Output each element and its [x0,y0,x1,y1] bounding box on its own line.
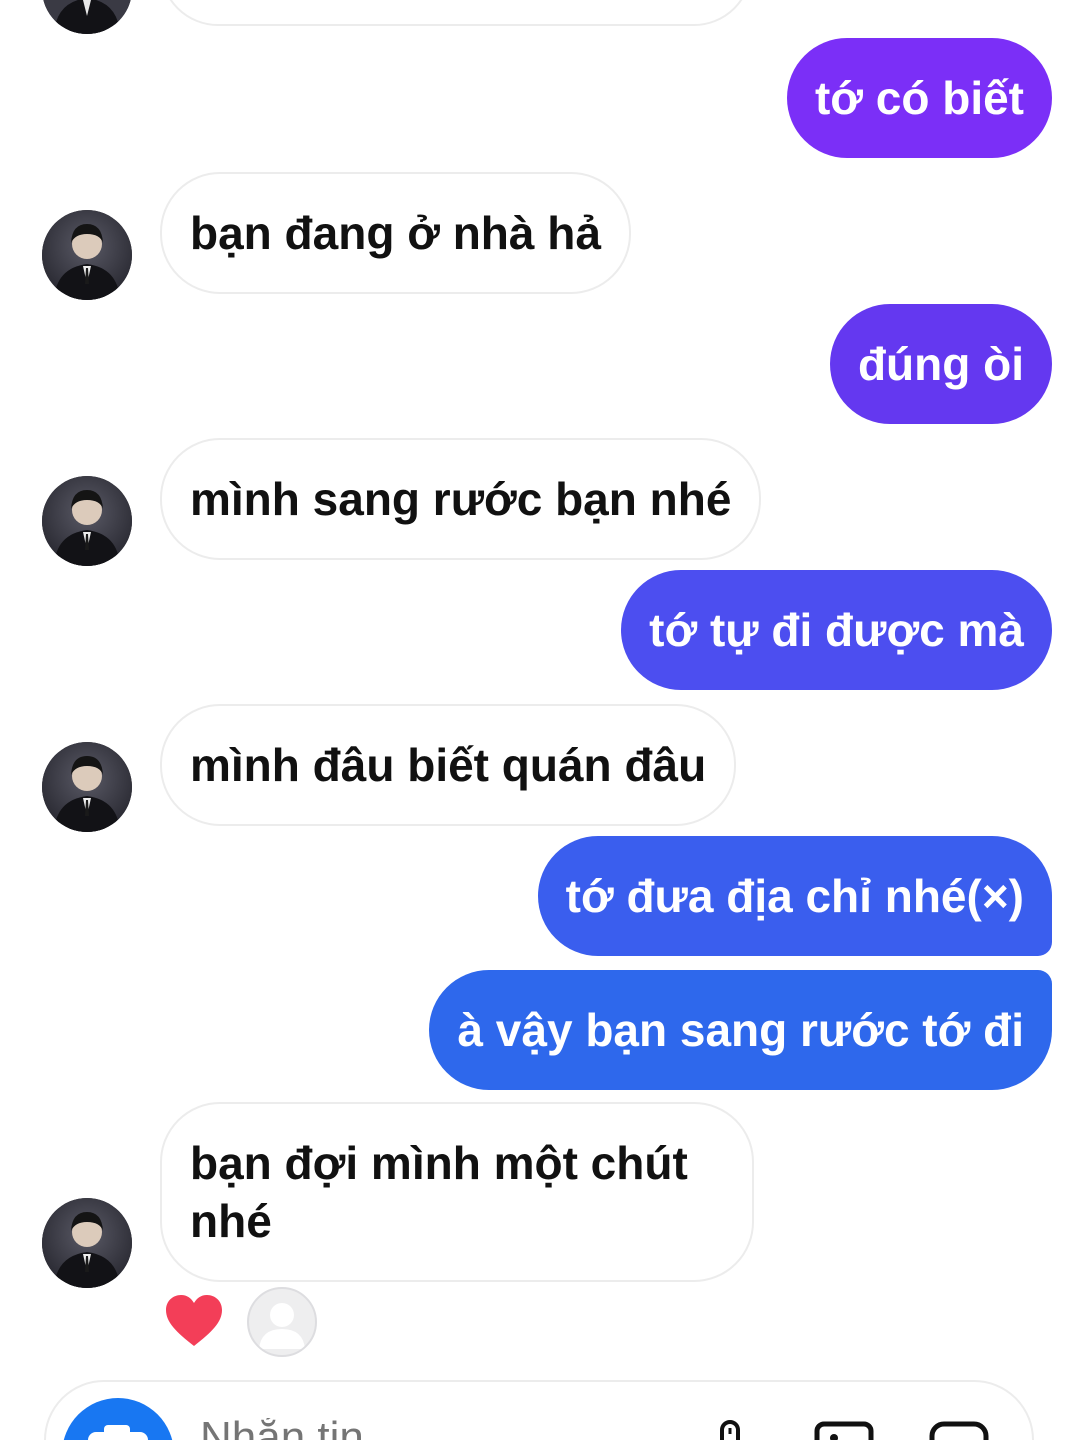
image-icon[interactable] [812,1418,876,1440]
contact-avatar-icon[interactable] [42,476,132,566]
message-bubble-outgoing[interactable]: đúng òi [829,304,1052,424]
message-text: đúng òi [857,338,1024,390]
message-bubble-incoming[interactable]: bạn đợi mình một chút nhé [160,1102,754,1282]
message-bubble-incoming[interactable]: mình đâu biết quán đâu [160,704,737,826]
message-input[interactable] [200,1418,680,1440]
message-bubble-outgoing[interactable]: tớ tự đi được mà [621,570,1052,690]
message-bubble-outgoing[interactable]: à vậy bạn sang rước tớ đi [429,970,1052,1090]
chat-screen: tớ có biết bạn đang ở nhà hả đúng òi mìn… [0,0,1080,1440]
contact-avatar-icon[interactable] [42,1198,132,1288]
message-text: tớ có biết [814,72,1024,124]
microphone-icon[interactable] [700,1418,764,1440]
message-text: tớ đưa địa chỉ nhé(×) [565,870,1024,922]
sticker-icon[interactable] [928,1418,992,1440]
message-text: mình sang rước bạn nhé [190,473,732,525]
message-text: bạn đang ở nhà hả [190,207,601,259]
message-text: mình đâu biết quán đâu [190,739,707,791]
contact-avatar-icon[interactable] [42,0,132,34]
message-bubble-outgoing[interactable]: tớ có biết [786,38,1052,158]
message-bubble-incoming[interactable]: bạn đang ở nhà hả [160,172,631,294]
message-bubble-incoming[interactable] [160,0,752,26]
message-bubble-outgoing[interactable]: tớ đưa địa chỉ nhé(×) [537,836,1052,956]
seen-avatar-icon [247,1287,317,1357]
message-bubble-incoming[interactable]: mình sang rước bạn nhé [160,438,762,560]
message-text: tớ tự đi được mà [649,604,1024,656]
message-text: bạn đợi mình một chút nhé [190,1137,688,1247]
message-text: à vậy bạn sang rước tớ đi [457,1004,1024,1056]
contact-avatar-icon[interactable] [42,210,132,300]
camera-icon[interactable] [62,1398,174,1440]
contact-avatar-icon[interactable] [42,742,132,832]
heart-icon[interactable] [164,1292,224,1352]
